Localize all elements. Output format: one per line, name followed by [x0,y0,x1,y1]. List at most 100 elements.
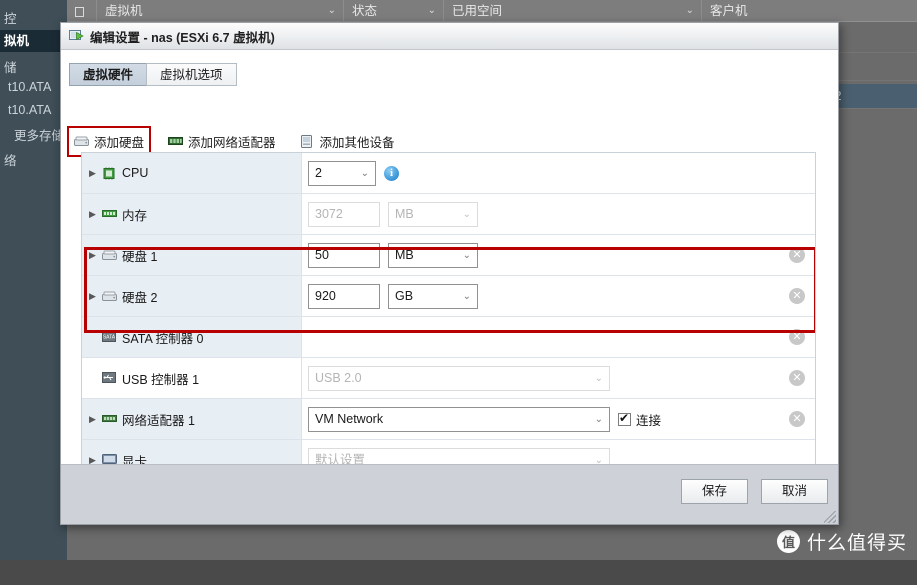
table-column-header-status[interactable]: 状态 ⌄ [344,0,444,22]
remove-device-icon[interactable]: ✕ [789,329,805,345]
network-adapter-network-select[interactable]: VM Network ⌄ [308,406,610,432]
device-label-cell: ▶ 内存 [82,194,302,234]
memory-unit-select[interactable]: MB ⌄ [388,201,478,227]
device-name: SATA 控制器 0 [122,331,204,346]
device-name: CPU [122,166,149,180]
save-button[interactable]: 保存 [681,479,748,504]
table-column-header-vm[interactable]: 虚拟机 ⌄ [97,0,344,22]
chevron-down-icon[interactable]: ⌄ [428,0,436,22]
virtual-hardware-device-list: ▶ CPU 2 ⌄ i ▶ 内存 3072 MB ⌄ ▶ 硬盘 1 50 MB … [81,152,816,485]
device-control-cell: VM Network ⌄ 连接 ✕ [302,399,815,439]
sata-controller-icon: SATA [102,330,117,344]
tab-virtual-hardware[interactable]: 虚拟硬件 [69,63,148,86]
device-name: 网络适配器 1 [122,413,195,428]
tab-vm-options[interactable]: 虚拟机选项 [146,63,237,86]
info-icon[interactable]: i [384,165,399,181]
table-column-header[interactable] [67,0,97,22]
chevron-down-icon: ⌄ [594,413,603,425]
chevron-down-icon: ⌄ [462,208,471,220]
device-control-cell: 2 ⌄ i [302,153,815,193]
add-hard-disk-label: 添加硬盘 [94,136,145,150]
network-adapter-icon [102,413,117,426]
sidebar-item-networking[interactable]: 络 [0,150,17,169]
device-name: 内存 [122,208,148,223]
remove-device-icon[interactable]: ✕ [789,370,805,386]
device-name: 硬盘 1 [122,249,158,264]
network-adapter-icon [168,135,184,148]
column-label: 状态 [352,4,378,18]
sidebar-item-storage[interactable]: 储 [0,57,17,76]
sidebar-item-more-storage[interactable]: 更多存储 [0,125,64,144]
cpu-count-select[interactable]: 2 ⌄ [308,160,376,186]
device-label-cell: ▶ 网络适配器 1 [82,399,302,439]
cancel-button[interactable]: 取消 [761,479,828,504]
device-control-cell: 50 MB ⌄ ✕ [302,235,815,275]
chevron-down-icon: ⌄ [462,249,471,261]
hard-disk-2-size-input[interactable]: 920 [308,283,380,309]
column-label: 虚拟机 [105,4,143,18]
device-label-cell: ▶ CPU [82,153,302,193]
sidebar-item-virtual-machines[interactable]: 拟机 [0,30,67,52]
hard-disk-1-unit-value: MB [395,247,414,262]
device-row-memory[interactable]: ▶ 内存 3072 MB ⌄ [82,194,815,235]
sidebar-item-datastore-1[interactable]: t10.ATA [0,80,51,94]
device-row-network-adapter-1[interactable]: ▶ 网络适配器 1 VM Network ⌄ ✔ 连接 ✕ [82,399,815,440]
device-name: USB 控制器 1 [122,372,200,387]
device-label-cell: ▶ 硬盘 2 [82,276,302,316]
chevron-down-icon[interactable]: ⌄ [328,0,336,22]
network-adapter-network-value: VM Network [315,411,384,426]
add-hard-disk-button[interactable]: 添加硬盘 [66,126,152,157]
device-label-cell: ▶ SATA SATA 控制器 0 [82,317,302,357]
usb-controller-version-value: USB 2.0 [315,370,362,385]
chevron-down-icon[interactable]: ⌄ [686,0,694,22]
expand-triangle-icon[interactable]: ▶ [88,414,97,425]
table-column-header-usedspace[interactable]: 已用空间 ⌄ [444,0,702,22]
expand-triangle-icon[interactable]: ▶ [88,209,97,220]
device-control-cell: 920 GB ⌄ ✕ [302,276,815,316]
expand-triangle-icon[interactable]: ▶ [88,291,97,302]
network-adapter-connect-checkbox[interactable]: 连接 [618,410,661,429]
remove-device-icon[interactable]: ✕ [789,288,805,304]
add-other-device-label: 添加其他设备 [319,136,395,150]
memory-icon [102,208,117,221]
device-row-hard-disk-2[interactable]: ▶ 硬盘 2 920 GB ⌄ ✕ [82,276,815,317]
sidebar-item-monitor[interactable]: 控 [0,8,17,27]
hard-disk-2-unit-select[interactable]: GB ⌄ [388,283,478,309]
memory-unit-value: MB [395,206,414,221]
usb-controller-version-select[interactable]: USB 2.0 ⌄ [308,365,610,391]
hard-disk-1-size-input[interactable]: 50 [308,242,380,268]
add-device-toolbar: 添加硬盘 添加网络适配器 添加其他设备 [66,126,398,157]
cpu-icon [102,167,117,180]
memory-size-input[interactable]: 3072 [308,201,380,227]
tab-bar: 虚拟硬件 虚拟机选项 [69,63,237,86]
add-other-device-button[interactable]: 添加其他设备 [297,130,398,153]
device-row-hard-disk-1[interactable]: ▶ 硬盘 1 50 MB ⌄ ✕ [82,235,815,276]
remove-device-icon[interactable]: ✕ [789,247,805,263]
device-row-cpu[interactable]: ▶ CPU 2 ⌄ i [82,153,815,194]
dialog-titlebar[interactable]: 编辑设置 - nas (ESXi 6.7 虚拟机) [61,23,838,50]
expand-triangle-icon[interactable]: ▶ [88,168,97,179]
add-network-adapter-label: 添加网络适配器 [188,136,276,150]
device-label-cell: ▶ USB 控制器 1 [82,358,302,398]
usb-controller-icon [102,371,117,385]
watermark-logo-icon: 值 [776,530,800,553]
resize-grip[interactable] [824,511,836,523]
vm-table-header: 虚拟机 ⌄ 状态 ⌄ 已用空间 ⌄ 客户机 [67,0,917,22]
table-column-header-guest[interactable]: 客户机 [702,0,917,22]
navigator-sidebar: 控 拟机 储 t10.ATA t10.ATA 更多存储 络 [0,0,67,560]
add-network-adapter-button[interactable]: 添加网络适配器 [165,130,279,153]
device-row-usb-controller-1[interactable]: ▶ USB 控制器 1 [82,358,815,399]
device-control-cell: USB 2.0 ⌄ ✕ [302,358,815,398]
device-control-cell: ✕ [302,317,815,357]
hard-disk-1-unit-select[interactable]: MB ⌄ [388,242,478,268]
sidebar-item-datastore-2[interactable]: t10.ATA [0,103,51,117]
watermark: 值 什么值得买 [776,528,907,555]
device-row-sata-controller-0[interactable]: ▶ SATA SATA 控制器 0 ✕ [82,317,815,358]
virtual-machine-icon [69,29,84,43]
expand-triangle-icon[interactable]: ▶ [88,250,97,261]
hard-disk-icon [102,290,117,303]
select-all-checkbox-icon[interactable] [75,6,84,17]
device-label-cell: ▶ 硬盘 1 [82,235,302,275]
remove-device-icon[interactable]: ✕ [789,411,805,427]
checkbox-checked-icon[interactable] [618,411,631,426]
